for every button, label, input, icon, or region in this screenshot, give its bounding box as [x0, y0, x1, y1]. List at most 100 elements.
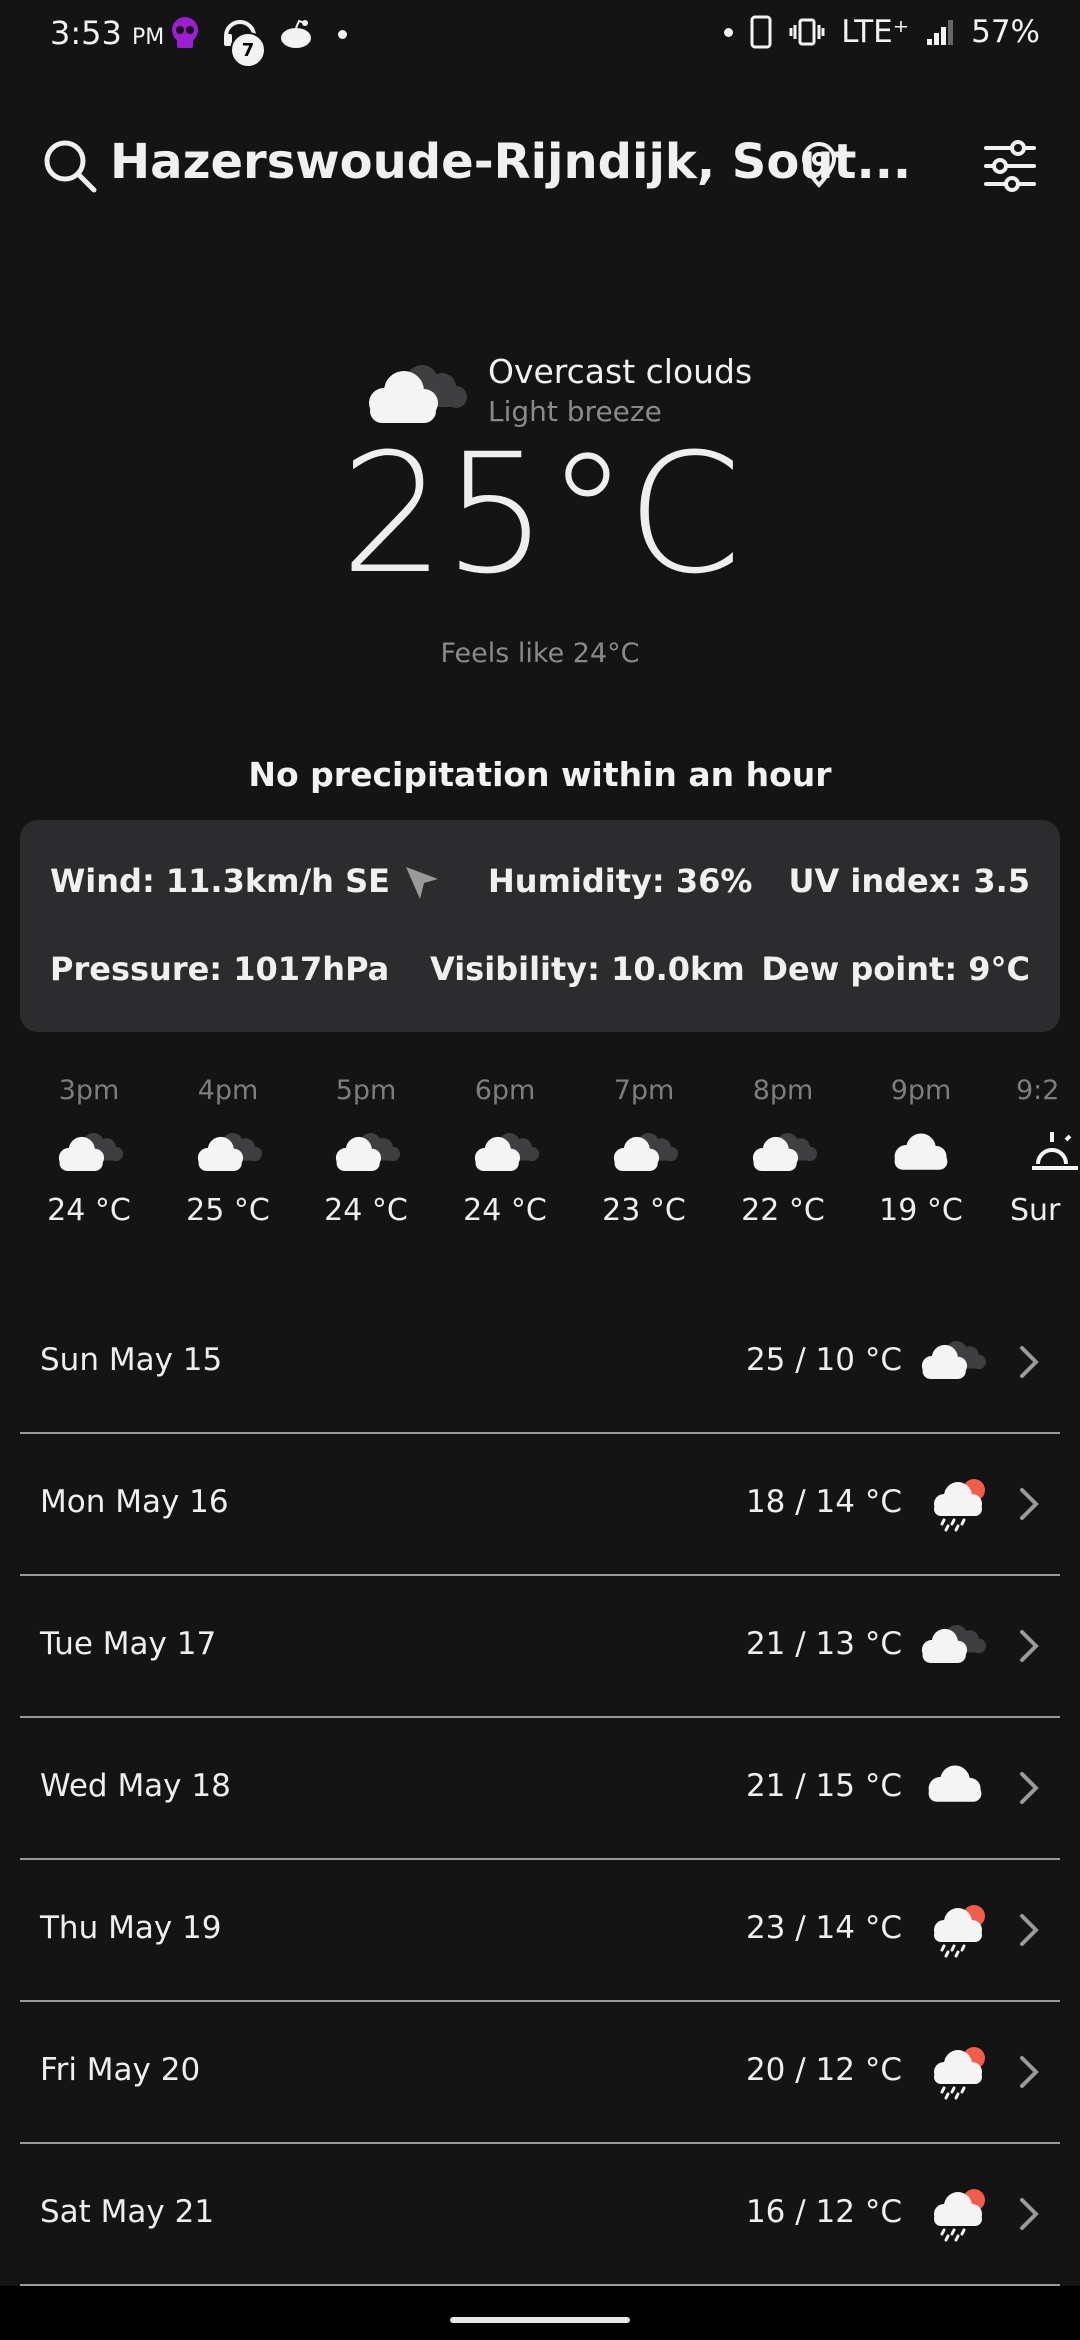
uv-index-detail: UV index: 3.5 — [788, 862, 1030, 900]
reddit-icon — [281, 19, 311, 48]
rain-sun-icon — [934, 1905, 985, 1958]
humidity-detail: Humidity: 36% — [488, 862, 753, 900]
day-temps: 25 / 10 °C — [745, 1342, 902, 1378]
daily-row[interactable]: Sat May 21 16 / 12 °C — [20, 2144, 1060, 2286]
daily-row[interactable]: Fri May 20 20 / 12 °C — [20, 2002, 1060, 2144]
status-bar: 3:53 PM 7 LTE⁺ 57% — [0, 0, 1080, 72]
daily-row[interactable]: Tue May 17 21 / 13 °C — [20, 1576, 1060, 1718]
weather-details-card: Wind: 11.3km/h SE Humidity: 36% UV index… — [20, 820, 1060, 1032]
day-temps: 23 / 14 °C — [745, 1910, 902, 1946]
notification-count-badge: 7 — [230, 32, 266, 68]
home-gesture-handle[interactable] — [450, 2317, 630, 2323]
hourly-item: 3pm 24 °C — [19, 1075, 159, 1228]
rain-sun-icon — [934, 2047, 985, 2100]
chevron-right-icon[interactable] — [1018, 2196, 1040, 2232]
hour-time: 6pm — [474, 1075, 536, 1106]
chevron-right-icon[interactable] — [1018, 1912, 1040, 1948]
network-type: LTE⁺ — [841, 14, 910, 50]
current-condition: Overcast clouds — [488, 352, 753, 391]
status-time-value: 3:53 — [50, 14, 122, 52]
system-nav-bar — [0, 2286, 1080, 2340]
hour-temp: 22 °C — [741, 1193, 825, 1228]
daily-row[interactable]: Wed May 18 21 / 15 °C — [20, 1718, 1060, 1860]
headphones-badge-icon: 7 — [220, 14, 266, 68]
day-name: Wed May 18 — [40, 1768, 231, 1804]
day-name: Sun May 15 — [40, 1342, 223, 1378]
hour-temp: 23 °C — [602, 1193, 686, 1228]
wind-value: Wind: 11.3km/h SE — [50, 862, 390, 900]
day-temps: 21 / 13 °C — [745, 1626, 902, 1662]
chevron-right-icon[interactable] — [1018, 1344, 1040, 1380]
wind-direction-arrow-icon — [405, 867, 438, 899]
hour-time: 3pm — [58, 1075, 120, 1106]
notification-icons: 7 — [168, 14, 347, 68]
status-time: 3:53 PM — [50, 14, 164, 52]
hourly-item: 4pm 25 °C — [158, 1075, 298, 1228]
hourly-item: 6pm 24 °C — [435, 1075, 575, 1228]
visibility-detail: Visibility: 10.0km — [430, 950, 745, 988]
overcast-cloud-icon — [752, 1132, 818, 1171]
skull-app-icon — [172, 17, 198, 48]
daily-row[interactable]: Sun May 15 25 / 10 °C — [20, 1292, 1060, 1434]
daily-row[interactable]: Mon May 16 18 / 14 °C — [20, 1434, 1060, 1576]
day-temps: 20 / 12 °C — [745, 2052, 902, 2088]
cloud-icon — [928, 1765, 982, 1802]
hour-temp: 24 °C — [324, 1193, 408, 1228]
hourly-forecast[interactable]: 3pm 24 °C 4pm 25 °C 5pm 24 °C 6pm 24 °C … — [0, 1075, 1080, 1260]
hour-time: 7pm — [613, 1075, 675, 1106]
cloud-icon — [894, 1133, 948, 1170]
chevron-right-icon[interactable] — [1018, 1486, 1040, 1522]
day-name: Tue May 17 — [40, 1626, 217, 1662]
day-name: Sat May 21 — [40, 2194, 215, 2230]
hour-time: 4pm — [197, 1075, 259, 1106]
hourly-item: 9pm 19 °C — [851, 1075, 991, 1228]
day-name: Mon May 16 — [40, 1484, 229, 1520]
hour-temp: 19 °C — [879, 1193, 963, 1228]
hour-temp: Sur — [1010, 1193, 1061, 1228]
hour-temp: 25 °C — [186, 1193, 270, 1228]
overcast-cloud-icon — [613, 1132, 679, 1171]
overcast-cloud-icon — [921, 1624, 987, 1663]
search-icon[interactable] — [42, 138, 98, 194]
location-pin-icon[interactable] — [800, 142, 838, 188]
overcast-cloud-icon — [921, 1340, 987, 1379]
system-status-icons: LTE⁺ 57% — [724, 14, 1040, 50]
chevron-right-icon[interactable] — [1018, 1770, 1040, 1806]
status-time-ampm: PM — [132, 25, 165, 50]
day-name: Thu May 19 — [40, 1910, 222, 1946]
overcast-cloud-icon — [369, 365, 467, 423]
hourly-item: 5pm 24 °C — [296, 1075, 436, 1228]
day-temps: 16 / 12 °C — [745, 2194, 902, 2230]
location-name[interactable]: Hazerswoude-Rijndijk, Sout... — [110, 134, 911, 190]
day-temps: 18 / 14 °C — [745, 1484, 902, 1520]
feels-like: Feels like 24°C — [440, 638, 640, 669]
location-header: Hazerswoude-Rijndijk, Sout... — [0, 120, 1080, 210]
hour-temp: 24 °C — [47, 1193, 131, 1228]
hour-time: 8pm — [752, 1075, 814, 1106]
dew-point-detail: Dew point: 9°C — [761, 950, 1030, 988]
rain-sun-icon — [934, 1479, 985, 1532]
hourly-item: 7pm 23 °C — [574, 1075, 714, 1228]
hourly-item: 9:2 Sur — [990, 1075, 1080, 1228]
current-temperature: 25°C — [340, 418, 742, 610]
daily-forecast-list: Sun May 15 25 / 10 °C Mon May 16 18 / 14… — [20, 1292, 1060, 2286]
vibrate-icon — [789, 18, 825, 46]
overcast-cloud-icon — [197, 1132, 263, 1171]
chevron-right-icon[interactable] — [1018, 2054, 1040, 2090]
battery-level: 57% — [971, 14, 1040, 50]
day-temps: 21 / 15 °C — [745, 1768, 902, 1804]
sunset-icon — [1032, 1132, 1078, 1170]
settings-sliders-icon[interactable] — [984, 140, 1036, 192]
wind-detail: Wind: 11.3km/h SE — [50, 862, 442, 903]
daily-row[interactable]: Thu May 19 23 / 14 °C — [20, 1860, 1060, 2002]
overcast-cloud-icon — [474, 1132, 540, 1171]
hour-time: 9:2 — [1016, 1075, 1060, 1106]
notification-dot — [724, 27, 734, 37]
hour-temp: 24 °C — [463, 1193, 547, 1228]
precipitation-summary: No precipitation within an hour — [248, 755, 832, 794]
phone-icon — [750, 15, 772, 49]
hour-time: 9pm — [890, 1075, 952, 1106]
day-name: Fri May 20 — [40, 2052, 201, 2088]
chevron-right-icon[interactable] — [1018, 1628, 1040, 1664]
overcast-cloud-icon — [58, 1132, 124, 1171]
